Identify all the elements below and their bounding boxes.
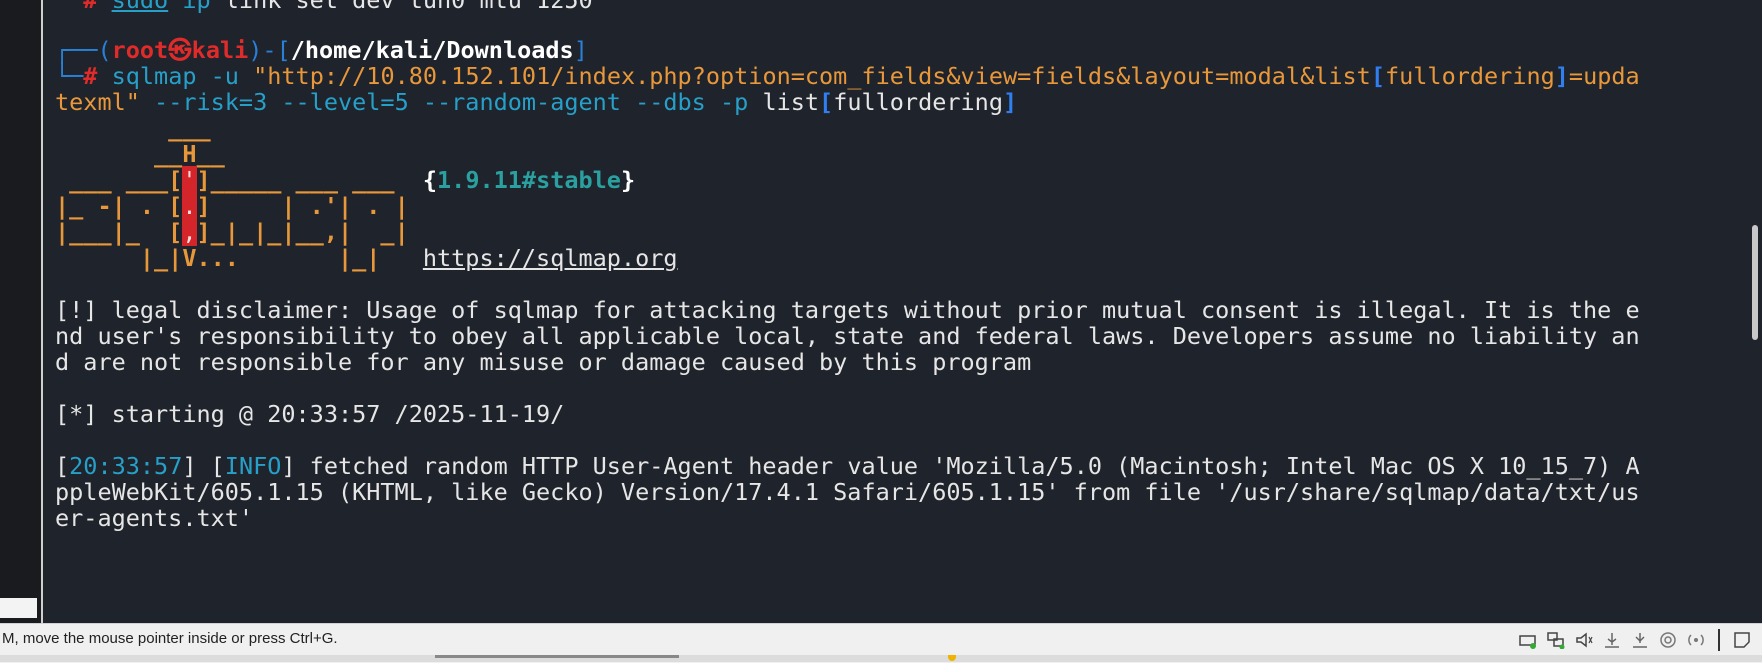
info-line-1: [20:33:57] [INFO] fetched random HTTP Us…: [55, 452, 1640, 480]
command-line: └─# sqlmap -u "http://10.80.152.101/inde…: [55, 62, 1640, 90]
disclaimer-line-3: d are not responsible for any misuse or …: [55, 348, 1032, 376]
sqlmap-version: 1.9.11#stable: [437, 166, 621, 194]
taskbar-active-tab[interactable]: [435, 655, 679, 658]
sqlmap-logo-line-6: |_|V... |_| https://sqlmap.org: [55, 244, 678, 272]
sqlmap-logo-line-5: |___|_ [,]_|_|_|__,| _|: [55, 218, 409, 246]
sqlmap-logo-line-2: __H__: [55, 140, 225, 168]
command-line-wrap: texml" --risk=3 --level=5 --random-agent…: [55, 88, 1018, 116]
taskbar-app-indicator[interactable]: [948, 655, 956, 661]
record-icon[interactable]: [1658, 631, 1678, 649]
sqlmap-url-link[interactable]: https://sqlmap.org: [423, 244, 678, 272]
network-icon[interactable]: [1546, 631, 1566, 649]
tray-separator: [1718, 629, 1720, 651]
disclaimer-line-1: [!] legal disclaimer: Usage of sqlmap fo…: [55, 296, 1640, 324]
info-line-3: er-agents.txt': [55, 504, 254, 532]
status-message: M, move the mouse pointer inside or pres…: [2, 630, 338, 647]
sqlmap-logo-line-3: ___ ___[']_____ ___ ___ {1.9.11#stable}: [55, 166, 636, 194]
remote-display-icon[interactable]: [1686, 631, 1706, 649]
status-tray: [1518, 629, 1752, 651]
host-left-panel: [0, 0, 43, 623]
shared-folder-icon[interactable]: [1630, 631, 1650, 649]
disclaimer-line-2: nd user's responsibility to obey all app…: [55, 322, 1640, 350]
audio-icon[interactable]: [1574, 631, 1594, 649]
starting-line: [*] starting @ 20:33:57 /2025-11-19/: [55, 400, 565, 428]
sqlmap-logo-line-4: |_ -| . [.] | .'| . |: [55, 192, 409, 220]
terminal-window[interactable]: # sudo ip link set dev tun0 mtu 1250 ┌──…: [43, 0, 1762, 623]
prev-command-line: # sudo ip link set dev tun0 mtu 1250: [55, 0, 593, 14]
notification-icon[interactable]: [1732, 631, 1752, 649]
info-line-2: ppleWebKit/605.1.15 (KHTML, like Gecko) …: [55, 478, 1640, 506]
storage-icon[interactable]: [1518, 631, 1538, 649]
terminal-scrollbar[interactable]: [1752, 225, 1758, 340]
usb-icon[interactable]: [1602, 631, 1622, 649]
host-selected-item[interactable]: [0, 598, 37, 618]
host-taskbar-edge: [0, 655, 1762, 662]
sqlmap-logo-line-1: ___: [55, 114, 211, 142]
prompt-line-top: ┌──(root㉿kali)-[/home/kali/Downloads]: [55, 36, 588, 64]
